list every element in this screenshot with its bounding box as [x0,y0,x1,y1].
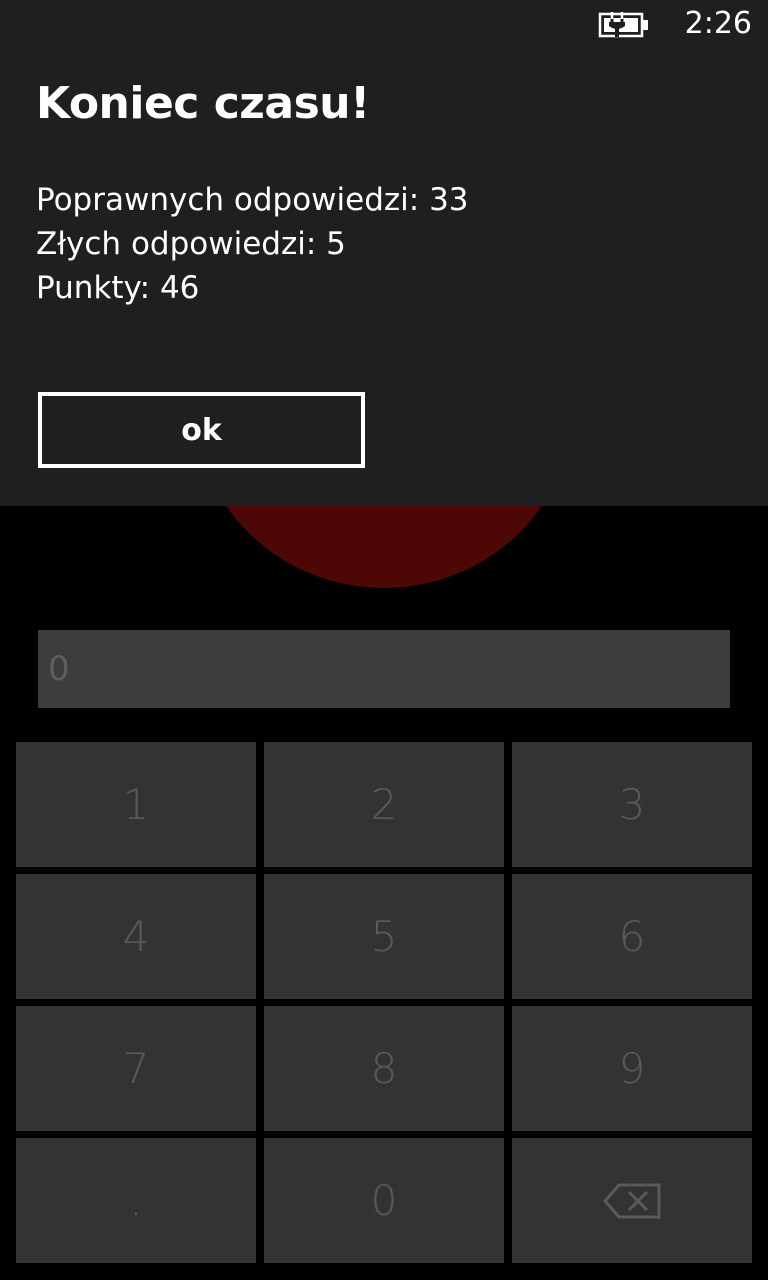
key-2[interactable]: 2 [264,742,504,867]
stat-wrong: Złych odpowiedzi: 5 [36,222,469,266]
time-up-dialog: 2:26 Koniec czasu! Poprawnych odpowiedzi… [0,0,768,506]
key-0[interactable]: 0 [264,1138,504,1263]
key-6[interactable]: 6 [512,874,752,999]
stat-points-value: 46 [159,270,200,306]
clock: 2:26 [684,6,752,41]
backspace-icon [603,1183,661,1218]
battery-charging-icon [598,12,648,38]
answer-input[interactable]: 0 [38,630,730,708]
key-5[interactable]: 5 [264,874,504,999]
ok-button[interactable]: ok [38,392,365,468]
stat-points-label: Punkty: [36,270,151,306]
dialog-title: Koniec czasu! [36,78,370,129]
status-bar: 2:26 [0,0,768,50]
screen: 0 1 2 3 4 5 6 7 8 9 . 0 2:26 Koniec czas… [0,0,768,1280]
stats: Poprawnych odpowiedzi: 33 Złych odpowied… [36,178,469,310]
key-9[interactable]: 9 [512,1006,752,1131]
stat-correct-label: Poprawnych odpowiedzi: [36,182,420,218]
key-3[interactable]: 3 [512,742,752,867]
stat-wrong-label: Złych odpowiedzi: [36,226,317,262]
key-1[interactable]: 1 [16,742,256,867]
stat-correct: Poprawnych odpowiedzi: 33 [36,178,469,222]
key-7[interactable]: 7 [16,1006,256,1131]
key-backspace[interactable] [512,1138,752,1263]
key-8[interactable]: 8 [264,1006,504,1131]
stat-correct-value: 33 [429,182,469,218]
keypad: 1 2 3 4 5 6 7 8 9 . 0 [16,742,752,1264]
stat-wrong-value: 5 [326,226,346,262]
stat-points: Punkty: 46 [36,266,469,310]
key-decimal[interactable]: . [16,1138,256,1263]
key-4[interactable]: 4 [16,874,256,999]
